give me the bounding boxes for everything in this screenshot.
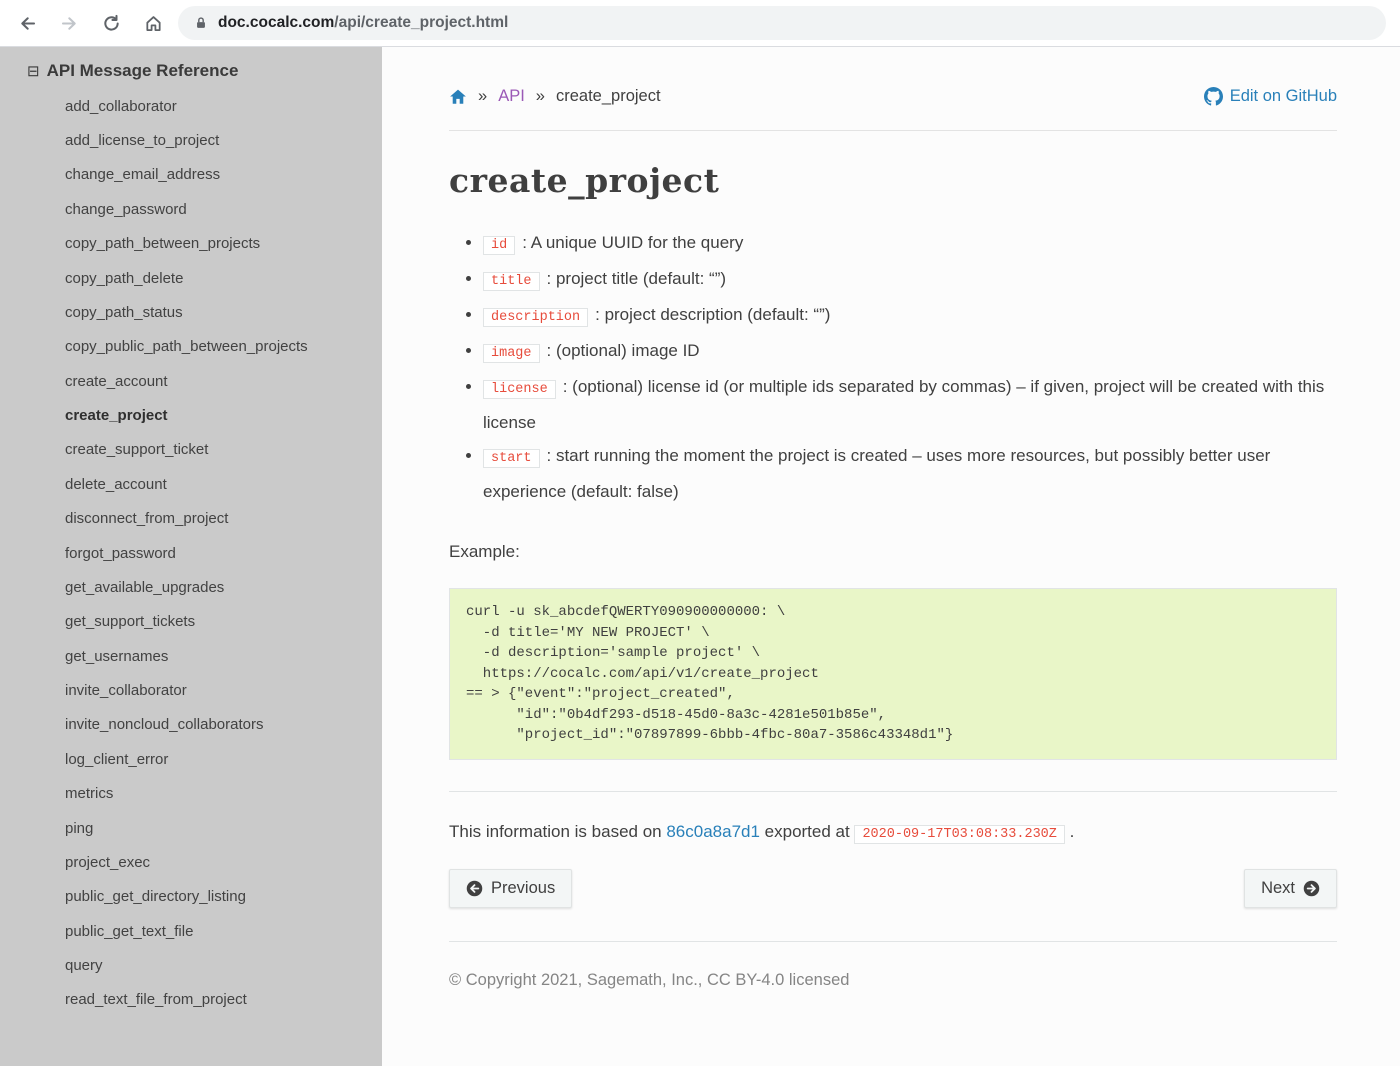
sidebar-item[interactable]: copy_public_path_between_projects [0,330,382,364]
sidebar-item[interactable]: get_support_tickets [0,605,382,639]
sidebar-item[interactable]: copy_path_status [0,295,382,329]
code-block: curl -u sk_abcdefQWERTY090900000000: \ -… [449,588,1337,760]
breadcrumb-divider [449,130,1337,131]
parameter-text: : A unique UUID for the query [522,233,743,252]
export-timestamp: 2020-09-17T03:08:33.230Z [854,825,1064,844]
edit-on-github-label: Edit on GitHub [1230,87,1337,106]
breadcrumb-separator: » [478,87,487,106]
sidebar-item[interactable]: create_project [0,398,382,432]
next-button[interactable]: Next [1244,869,1337,908]
forward-button[interactable] [52,6,86,40]
parameter-text: : project description (default: “”) [595,305,830,324]
sidebar: ⊟ API Message Reference add_collaborator… [0,47,382,1066]
page-title: create_project [449,161,1337,200]
export-info: This information is based on 86c0a8a7d1 … [449,822,1337,842]
parameter-item: image : (optional) image ID [483,334,1337,370]
sidebar-item[interactable]: disconnect_from_project [0,502,382,536]
parameter-item: start: start running the moment the proj… [483,439,1337,508]
parameter-text: : (optional) image ID [547,341,700,360]
sidebar-item[interactable]: invite_noncloud_collaborators [0,708,382,742]
parameter-text: : start running the moment the project i… [483,446,1270,501]
sidebar-item[interactable]: copy_path_between_projects [0,227,382,261]
breadcrumb: » API » create_project Edit on GitHub [449,87,1337,106]
sidebar-item[interactable]: change_email_address [0,158,382,192]
url-bar[interactable]: doc.cocalc.com/api/create_project.html [178,6,1386,40]
parameter-item: id : A unique UUID for the query [483,226,1337,262]
copyright-text: © Copyright 2021, Sagemath, Inc., CC BY-… [449,971,1337,990]
parameter-code: description [483,308,588,327]
back-icon [18,14,37,33]
reload-icon [102,14,121,33]
page-body: ⊟ API Message Reference add_collaborator… [0,47,1400,1066]
sidebar-item[interactable]: forgot_password [0,536,382,570]
url-host: doc.cocalc.com [218,14,334,31]
sidebar-item[interactable]: add_collaborator [0,89,382,123]
edit-on-github-link[interactable]: Edit on GitHub [1204,87,1337,106]
breadcrumb-separator: » [536,87,545,106]
parameter-list: id : A unique UUID for the query title : pr… [449,226,1337,508]
parameter-code: license [483,380,556,399]
main-content: » API » create_project Edit on GitHub cr… [382,47,1400,1066]
sidebar-title: API Message Reference [47,61,239,81]
sidebar-item[interactable]: get_usernames [0,639,382,673]
sidebar-item[interactable]: project_exec [0,845,382,879]
next-arrow-icon [1303,880,1320,897]
sidebar-item[interactable]: invite_collaborator [0,673,382,707]
sidebar-item[interactable]: read_text_file_from_project [0,983,382,1017]
browser-chrome: doc.cocalc.com/api/create_project.html [0,0,1400,47]
parameter-code: title [483,272,540,291]
export-info-suffix: . [1065,822,1074,841]
parameter-code: start [483,449,540,468]
breadcrumb-current: create_project [556,87,661,106]
parameter-item: title : project title (default: “”) [483,262,1337,298]
sidebar-item[interactable]: query [0,948,382,982]
sidebar-item[interactable]: add_license_to_project [0,123,382,157]
sidebar-item[interactable]: ping [0,811,382,845]
sidebar-item[interactable]: copy_path_delete [0,261,382,295]
parameter-text: : (optional) license id (or multiple ids… [483,377,1324,432]
next-label: Next [1261,879,1295,898]
home-icon [144,14,163,33]
breadcrumb-home-link[interactable] [449,88,467,106]
export-info-middle: exported at [760,822,855,841]
home-breadcrumb-icon [449,88,467,106]
parameter-code: id [483,236,515,255]
pager: Previous Next [449,869,1337,908]
url-text: doc.cocalc.com/api/create_project.html [218,14,508,32]
parameter-item: description : project description (defaul… [483,298,1337,334]
breadcrumb-api-link[interactable]: API [498,87,525,106]
sidebar-item[interactable]: change_password [0,192,382,226]
example-label: Example: [449,542,1337,562]
back-button[interactable] [10,6,44,40]
sidebar-item[interactable]: create_support_ticket [0,433,382,467]
export-info-prefix: This information is based on [449,822,666,841]
sidebar-item[interactable]: public_get_directory_listing [0,880,382,914]
reload-button[interactable] [94,6,128,40]
content-divider [449,791,1337,792]
previous-arrow-icon [466,880,483,897]
parameter-code: image [483,344,540,363]
lock-icon[interactable] [194,16,208,30]
sidebar-item[interactable]: create_account [0,364,382,398]
github-icon [1204,87,1223,106]
url-path: /api/create_project.html [334,14,508,31]
parameter-item: license: (optional) license id (or multi… [483,370,1337,439]
sidebar-item[interactable]: metrics [0,777,382,811]
sidebar-item-list: add_collaboratoradd_license_to_projectch… [0,89,382,1017]
sidebar-item[interactable]: log_client_error [0,742,382,776]
forward-icon [60,14,79,33]
previous-button[interactable]: Previous [449,869,572,908]
sidebar-item[interactable]: get_available_upgrades [0,570,382,604]
sidebar-header: ⊟ API Message Reference [0,61,382,81]
footer-divider [449,941,1337,942]
sidebar-item[interactable]: delete_account [0,467,382,501]
sidebar-item[interactable]: public_get_text_file [0,914,382,948]
previous-label: Previous [491,879,555,898]
home-button[interactable] [136,6,170,40]
parameter-text: : project title (default: “”) [547,269,727,288]
collapse-icon[interactable]: ⊟ [27,64,40,79]
commit-link[interactable]: 86c0a8a7d1 [666,822,760,841]
